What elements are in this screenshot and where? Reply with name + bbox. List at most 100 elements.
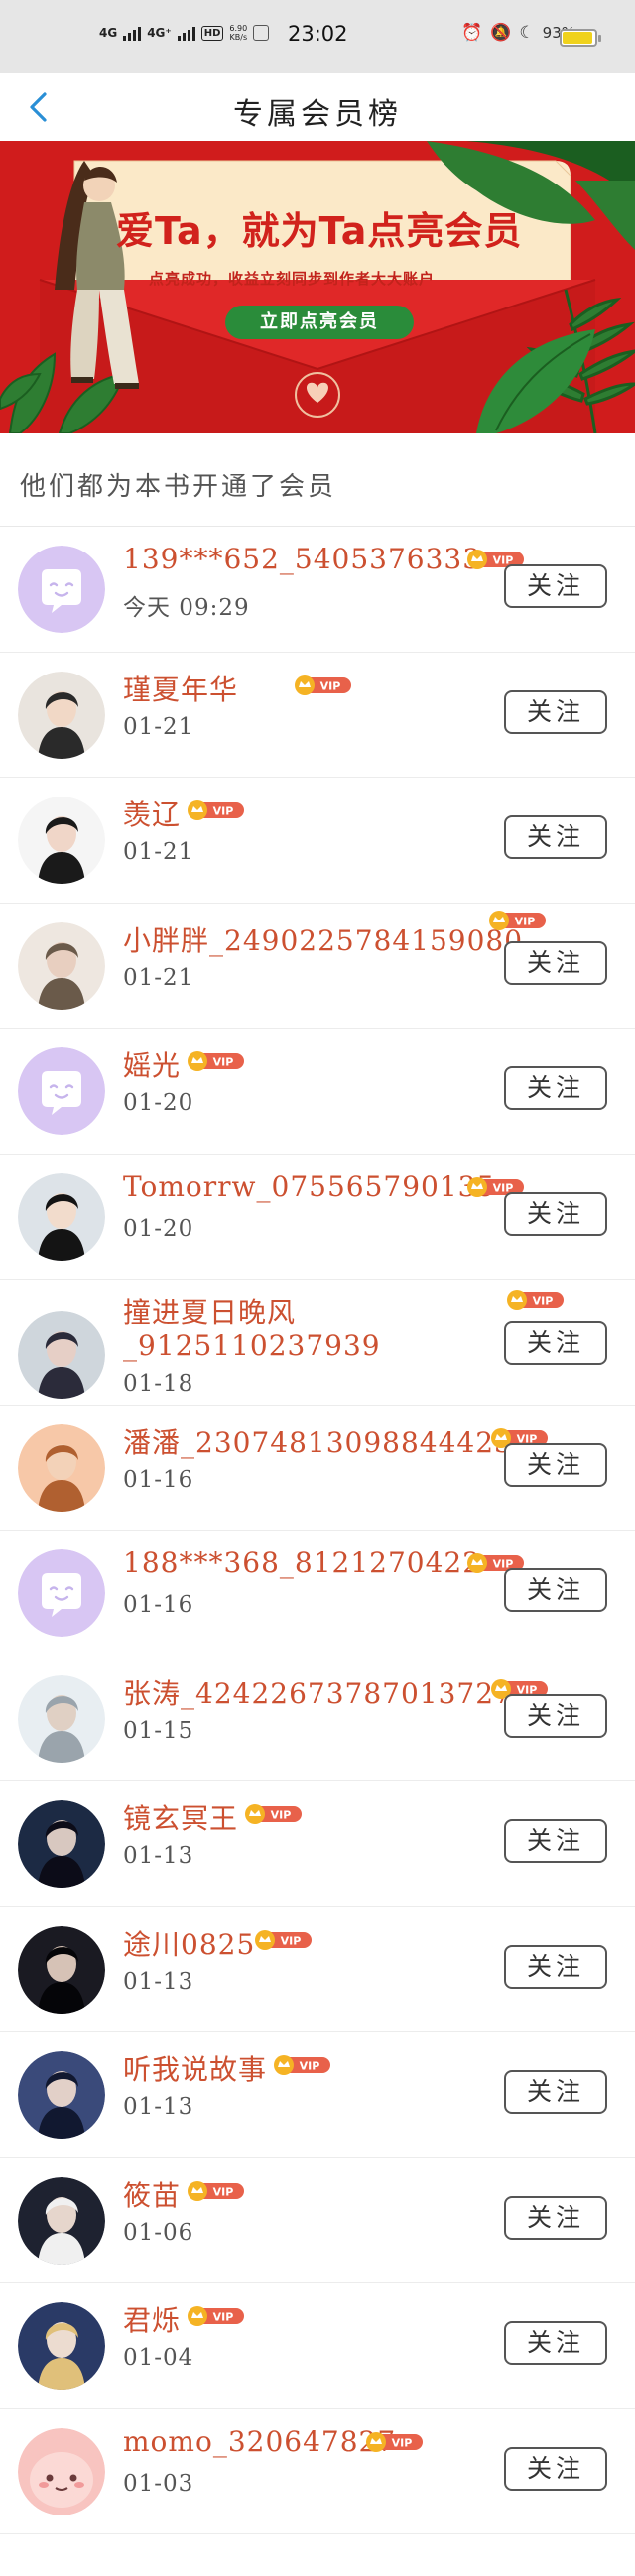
follow-button[interactable]: 关注 bbox=[504, 689, 607, 734]
vip-badge: VIP bbox=[187, 2305, 246, 2327]
member-row[interactable]: 潘潘_23074813098844423 01-16 VIP 关注 bbox=[0, 1406, 635, 1531]
svg-text:VIP: VIP bbox=[213, 2311, 234, 2324]
svg-text:VIP: VIP bbox=[271, 1809, 292, 1822]
member-date: 01-03 bbox=[123, 2470, 194, 2497]
follow-button[interactable]: 关注 bbox=[504, 2321, 607, 2365]
member-name[interactable]: 镜玄冥王 bbox=[123, 1797, 238, 1837]
member-row[interactable]: 139***652_5405376333 今天 09:29 VIP 关注 bbox=[0, 527, 635, 653]
avatar[interactable] bbox=[18, 921, 105, 1010]
follow-button[interactable]: 关注 bbox=[504, 1568, 607, 1612]
avatar[interactable] bbox=[18, 1925, 105, 2014]
member-row[interactable]: 镜玄冥王 01-13 VIP 关注 bbox=[0, 1781, 635, 1907]
network-speed: 6.90 KB/s bbox=[229, 24, 248, 42]
status-time: 23:02 bbox=[288, 22, 348, 46]
avatar[interactable] bbox=[18, 1549, 105, 1637]
vip-badge: VIP bbox=[488, 910, 548, 931]
avatar[interactable] bbox=[18, 2051, 105, 2139]
member-name[interactable]: 潘潘_23074813098844423 bbox=[123, 1421, 513, 1461]
vip-badge: VIP bbox=[294, 675, 353, 696]
svg-text:VIP: VIP bbox=[515, 915, 536, 927]
follow-button[interactable]: 关注 bbox=[504, 1321, 607, 1365]
follow-button[interactable]: 关注 bbox=[504, 1442, 607, 1487]
avatar[interactable] bbox=[18, 1311, 105, 1399]
follow-button[interactable]: 关注 bbox=[504, 1693, 607, 1738]
member-row[interactable]: 途川0825 01-13 VIP 关注 bbox=[0, 1907, 635, 2032]
member-row[interactable]: 听我说故事 01-13 VIP 关注 bbox=[0, 2032, 635, 2158]
moon-icon: ☾ bbox=[519, 23, 535, 43]
member-date: 01-21 bbox=[123, 713, 194, 740]
vip-badge: VIP bbox=[506, 1289, 566, 1311]
avatar[interactable] bbox=[18, 1800, 105, 1888]
avatar[interactable] bbox=[18, 1674, 105, 1763]
status-bar: 4G 4G⁺ HD 6.90KB/s 23:02 ⏰ 🔕 ☾ 93% bbox=[0, 0, 635, 73]
member-row[interactable]: 媱光 01-20 VIP 关注 bbox=[0, 1029, 635, 1155]
avatar[interactable] bbox=[18, 1172, 105, 1261]
member-name[interactable]: 139***652_5405376333 bbox=[123, 543, 481, 575]
member-date: 01-13 bbox=[123, 1968, 194, 1995]
svg-text:VIP: VIP bbox=[213, 2185, 234, 2198]
member-row[interactable]: 张涛_42422673787013727 01-15 VIP 关注 bbox=[0, 1656, 635, 1781]
follow-button[interactable]: 关注 bbox=[504, 2446, 607, 2491]
member-row[interactable]: 羡辽 01-21 VIP 关注 bbox=[0, 778, 635, 904]
avatar[interactable] bbox=[18, 671, 105, 759]
banner-subtitle: 点亮成功，收益立刻同步到作者大大账户 bbox=[149, 270, 436, 288]
follow-button[interactable]: 关注 bbox=[504, 564, 607, 608]
member-name[interactable]: 君烁 bbox=[123, 2299, 181, 2339]
vip-badge: VIP bbox=[187, 799, 246, 821]
avatar[interactable] bbox=[18, 1047, 105, 1135]
member-name[interactable]: 途川0825 bbox=[123, 1923, 255, 1963]
vip-badge: VIP bbox=[187, 2180, 246, 2202]
network-label-2: 4G⁺ bbox=[147, 26, 172, 40]
vip-badge: VIP bbox=[254, 1929, 314, 1951]
member-row[interactable]: momo_320647827 01-03 VIP 关注 bbox=[0, 2409, 635, 2534]
member-date: 01-15 bbox=[123, 1717, 194, 1744]
member-row[interactable]: Tomorrw_075565790135 01-20 VIP 关注 bbox=[0, 1155, 635, 1280]
member-row[interactable]: 筱苗 01-06 VIP 关注 bbox=[0, 2158, 635, 2283]
member-name[interactable]: 张涛_42422673787013727 bbox=[123, 1672, 513, 1712]
svg-text:VIP: VIP bbox=[213, 1056, 234, 1069]
avatar[interactable] bbox=[18, 2427, 105, 2515]
follow-button[interactable]: 关注 bbox=[504, 1819, 607, 1863]
nav-bar: 专属会员榜 bbox=[0, 73, 635, 141]
member-row[interactable]: 瑾夏年华 01-21 VIP 关注 bbox=[0, 653, 635, 778]
follow-button[interactable]: 关注 bbox=[504, 1944, 607, 1989]
member-name[interactable]: 小胖胖_2490225784159080 bbox=[123, 920, 523, 959]
battery-fill bbox=[563, 32, 592, 44]
avatar[interactable] bbox=[18, 797, 105, 884]
banner-title: 爱Ta，就为Ta点亮会员 bbox=[116, 209, 523, 253]
follow-button[interactable]: 关注 bbox=[504, 940, 607, 985]
follow-button[interactable]: 关注 bbox=[504, 1066, 607, 1110]
member-name[interactable]: momo_320647827 bbox=[123, 2425, 396, 2458]
member-name[interactable]: Tomorrw_075565790135 bbox=[123, 1170, 495, 1203]
follow-button[interactable]: 关注 bbox=[504, 2195, 607, 2240]
signal-icon bbox=[123, 25, 142, 41]
alarm-icon: ⏰ bbox=[461, 23, 483, 43]
member-row[interactable]: 撞进夏日晚风 _9125110237939 01-18 VIP 关注 bbox=[0, 1280, 635, 1406]
member-row[interactable]: 君烁 01-04 VIP 关注 bbox=[0, 2283, 635, 2409]
member-date: 今天 09:29 bbox=[123, 595, 250, 621]
member-name[interactable]: 瑾夏年华 bbox=[123, 669, 238, 708]
member-row[interactable]: 188***368_8121270422 01-16 VIP 关注 bbox=[0, 1531, 635, 1656]
follow-button[interactable]: 关注 bbox=[504, 815, 607, 859]
member-name-line2[interactable]: _9125110237939 bbox=[123, 1329, 381, 1362]
mute-icon: 🔕 bbox=[490, 23, 512, 43]
member-name[interactable]: 羡辽 bbox=[123, 794, 181, 833]
promo-banner[interactable]: 爱Ta，就为Ta点亮会员 点亮成功，收益立刻同步到作者大大账户 立即点亮会员 bbox=[0, 141, 635, 433]
follow-button[interactable]: 关注 bbox=[504, 2070, 607, 2114]
member-name[interactable]: 筱苗 bbox=[123, 2174, 181, 2214]
member-name[interactable]: 撞进夏日晚风 bbox=[123, 1291, 296, 1331]
vip-badge: VIP bbox=[187, 1050, 246, 1072]
light-up-vip-button[interactable]: 立即点亮会员 bbox=[225, 306, 414, 339]
member-name[interactable]: 188***368_8121270422 bbox=[123, 1546, 481, 1579]
avatar[interactable] bbox=[18, 2176, 105, 2265]
member-date: 01-20 bbox=[123, 1215, 194, 1242]
member-row[interactable]: 小胖胖_2490225784159080 01-21 VIP 关注 bbox=[0, 904, 635, 1029]
avatar[interactable] bbox=[18, 546, 105, 633]
avatar[interactable] bbox=[18, 2302, 105, 2390]
avatar[interactable] bbox=[18, 1423, 105, 1512]
member-date: 01-21 bbox=[123, 964, 194, 991]
member-name[interactable]: 媱光 bbox=[123, 1044, 181, 1084]
vip-badge: VIP bbox=[244, 1803, 304, 1825]
member-name[interactable]: 听我说故事 bbox=[123, 2048, 267, 2088]
follow-button[interactable]: 关注 bbox=[504, 1191, 607, 1236]
